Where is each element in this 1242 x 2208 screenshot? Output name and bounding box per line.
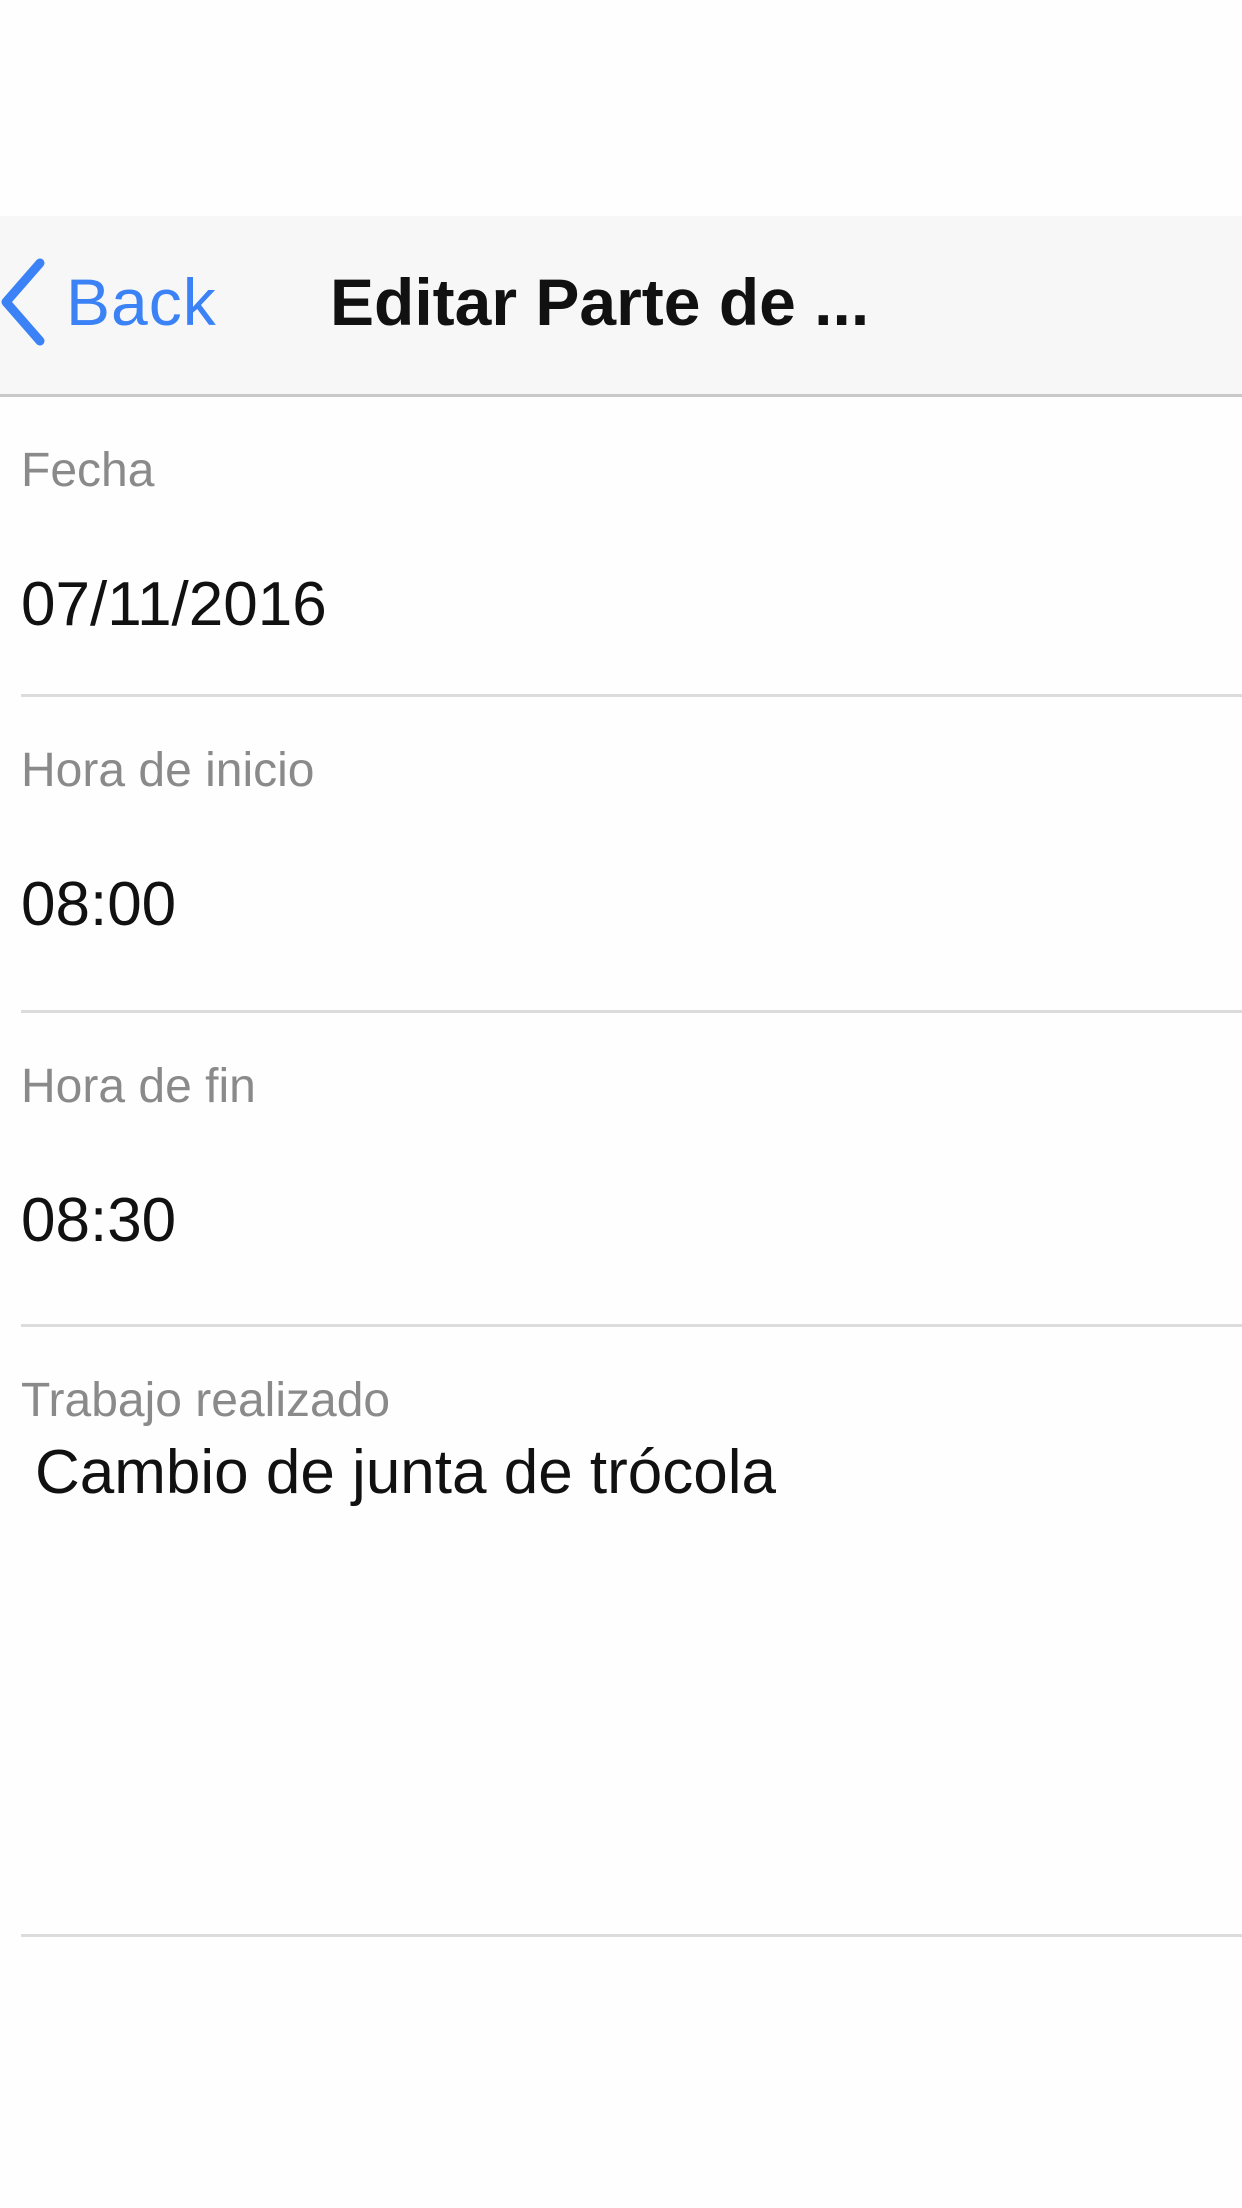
- chevron-left-icon: [1, 258, 45, 346]
- work-done-label: Trabajo realizado: [21, 1374, 391, 1427]
- start-time-value[interactable]: 08:00: [21, 869, 176, 940]
- page-title: Editar Parte de ...: [330, 265, 870, 339]
- navigation-bar: Back Editar Parte de ...: [0, 216, 1242, 397]
- back-button[interactable]: Back: [0, 252, 217, 352]
- date-value[interactable]: 07/11/2016: [21, 569, 327, 640]
- work-done-field[interactable]: Trabajo realizado Cambio de junta de tró…: [21, 1327, 1242, 1937]
- date-field[interactable]: Fecha 07/11/2016: [21, 397, 1242, 697]
- edit-report-screen: Back Editar Parte de ... Fecha 07/11/201…: [0, 0, 1242, 2208]
- end-time-label: Hora de fin: [21, 1060, 256, 1113]
- back-label: Back: [66, 265, 217, 339]
- start-time-field[interactable]: Hora de inicio 08:00: [21, 697, 1242, 1013]
- report-form: Fecha 07/11/2016 Hora de inicio 08:00 Ho…: [0, 397, 1242, 1937]
- status-bar-area: [0, 0, 1242, 216]
- end-time-value[interactable]: 08:30: [21, 1185, 176, 1256]
- date-label: Fecha: [21, 444, 155, 497]
- end-time-field[interactable]: Hora de fin 08:30: [21, 1013, 1242, 1327]
- start-time-label: Hora de inicio: [21, 744, 315, 797]
- work-done-textarea[interactable]: Cambio de junta de trócola: [35, 1437, 1215, 1897]
